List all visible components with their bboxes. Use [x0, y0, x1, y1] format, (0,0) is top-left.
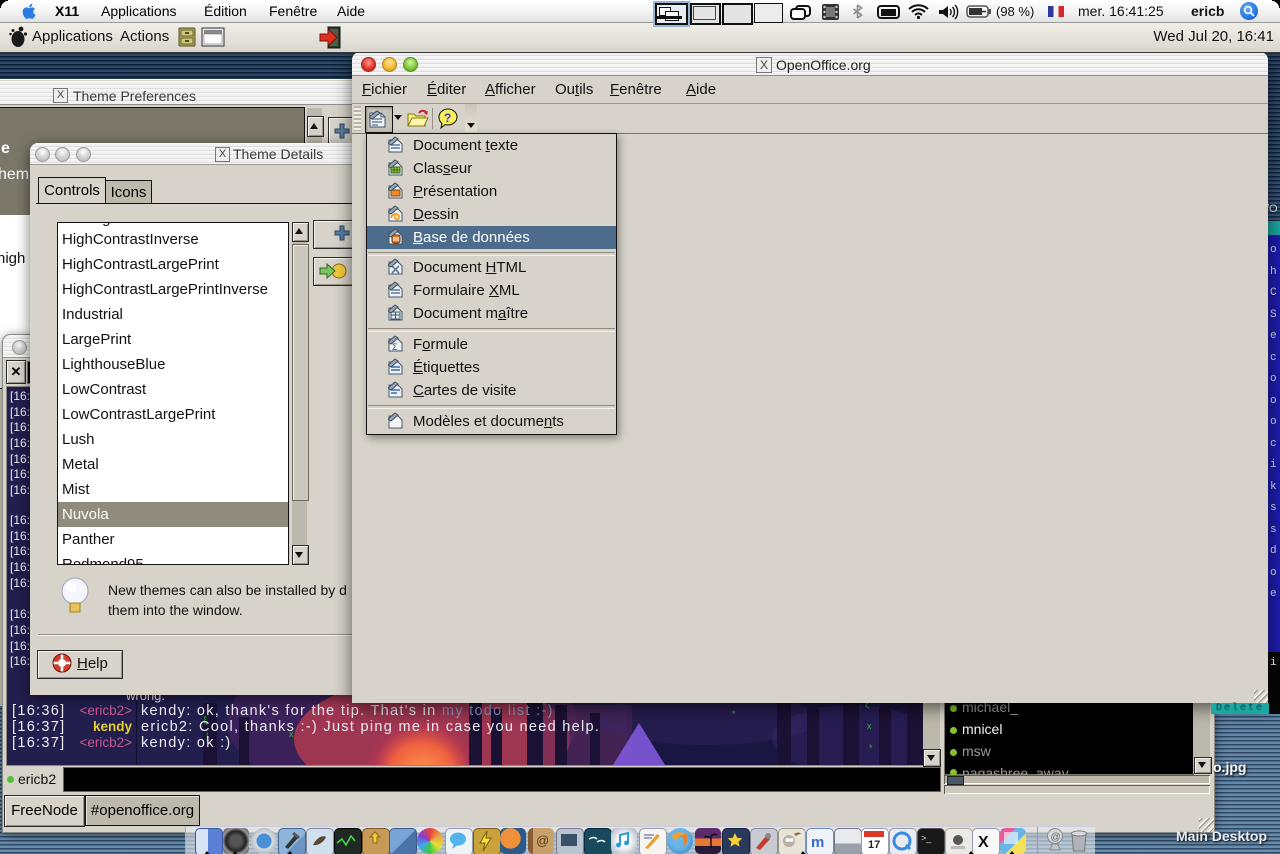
svg-text:X: X	[978, 834, 989, 851]
svg-text:>_: >_	[921, 833, 932, 843]
svg-text:x: x	[867, 721, 872, 731]
svg-text:@: @	[1051, 832, 1061, 843]
svg-text:Σ: Σ	[392, 342, 398, 352]
svg-text:m: m	[811, 834, 824, 851]
svg-text:?: ?	[444, 111, 451, 125]
svg-text:17: 17	[868, 839, 880, 851]
svg-text:*: *	[732, 709, 736, 719]
svg-text:*: *	[869, 743, 873, 753]
svg-text:@: @	[536, 833, 549, 848]
